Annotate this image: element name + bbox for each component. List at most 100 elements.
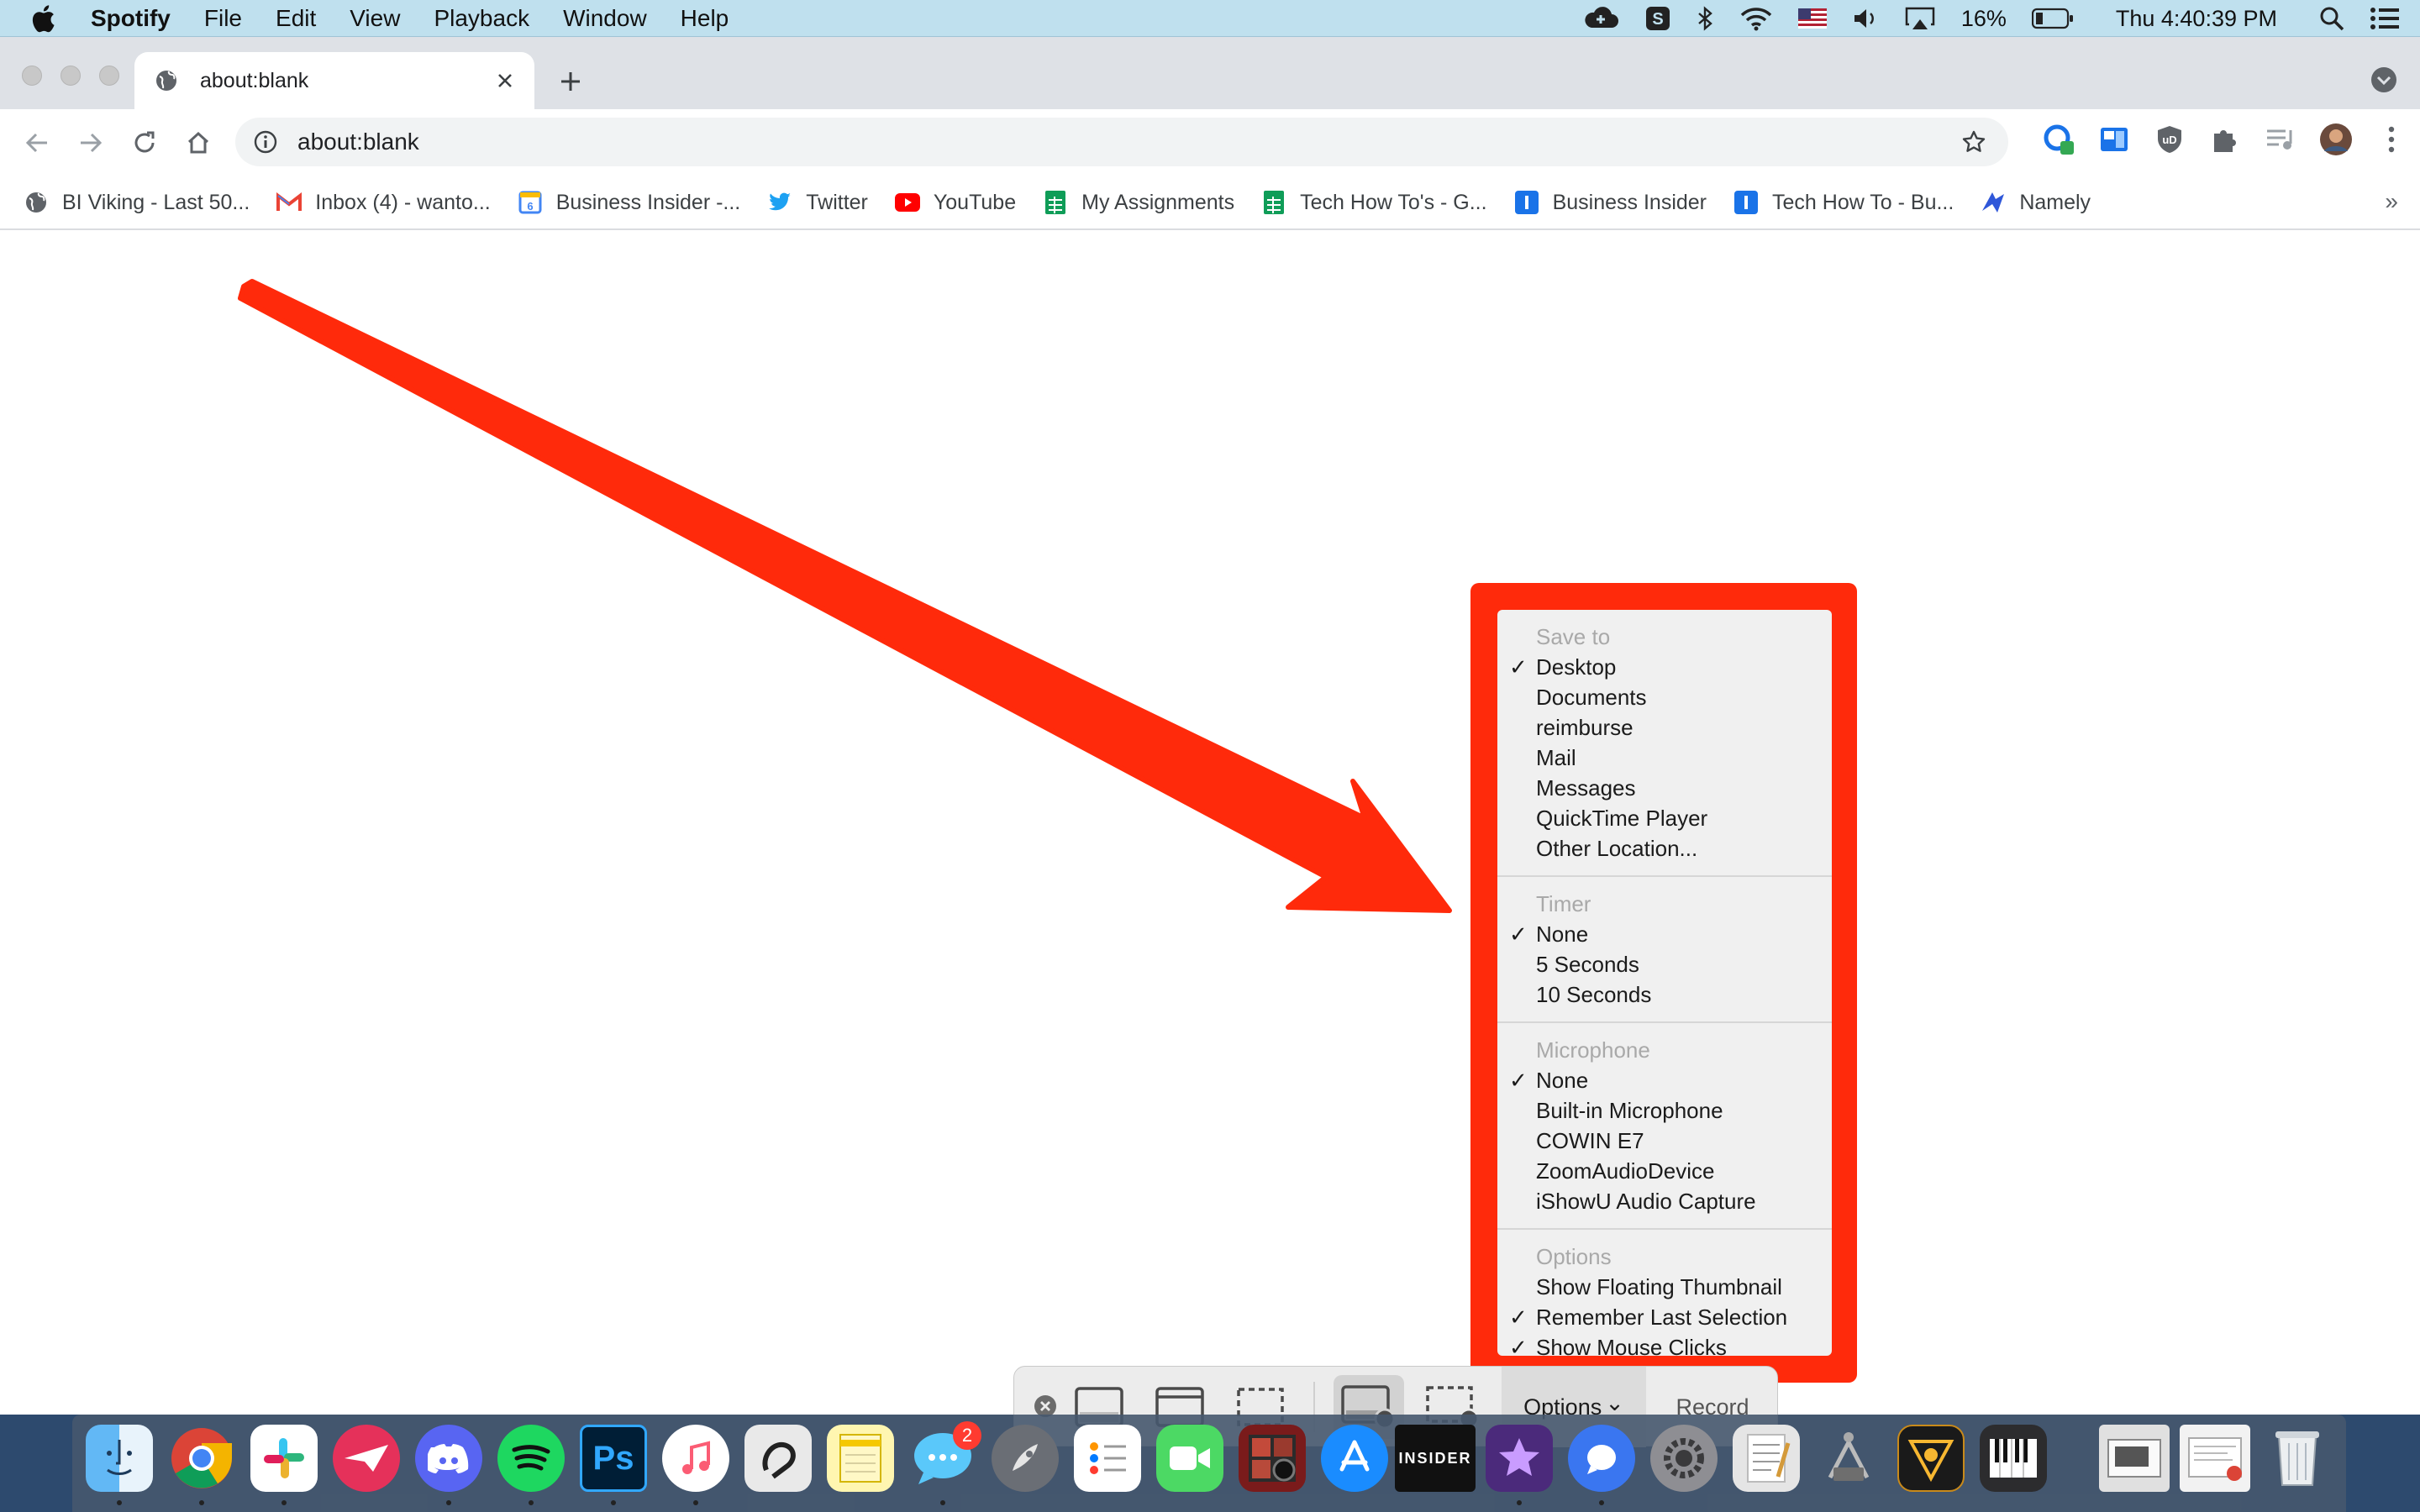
ublock-shield-icon[interactable]: uD [2153, 123, 2186, 156]
us-flag-icon[interactable] [1797, 8, 1827, 29]
menu-help[interactable]: Help [681, 5, 729, 32]
home-icon[interactable] [183, 128, 213, 158]
s-app-icon[interactable]: S [1645, 6, 1670, 31]
volume-icon[interactable] [1852, 7, 1879, 30]
recent-document-stack-icon[interactable] [2180, 1425, 2250, 1492]
photoshop-icon[interactable]: Ps [580, 1425, 647, 1492]
bookmark-star-icon[interactable] [1961, 128, 1990, 156]
photo-booth-icon[interactable] [1239, 1425, 1306, 1492]
option-desktop[interactable]: ✓ Desktop [1497, 652, 1832, 682]
menu-view[interactable]: View [350, 5, 400, 32]
airplay-icon[interactable] [1904, 6, 1936, 31]
option-10-seconds[interactable]: 10 Seconds [1497, 979, 1832, 1010]
minimize-window-button[interactable] [60, 66, 81, 86]
menu-bar-clock[interactable]: Thu 4:40:39 PM [2116, 6, 2277, 32]
signal-icon[interactable] [1568, 1425, 1635, 1492]
forward-arrow-icon[interactable] [76, 128, 106, 158]
tab-search-icon[interactable] [2370, 66, 2398, 94]
option-quicktime-player[interactable]: QuickTime Player [1497, 803, 1832, 833]
app-store-icon[interactable] [1321, 1425, 1388, 1492]
youtube-icon [894, 190, 920, 215]
downloads-stack-icon[interactable] [2099, 1425, 2170, 1492]
control-center-icon[interactable] [2370, 7, 2400, 30]
bookmark-business-insider-calendar[interactable]: 6 Business Insider -... [518, 190, 740, 215]
extensions-puzzle-icon[interactable] [2208, 123, 2242, 156]
wifi-icon[interactable] [1739, 6, 1773, 31]
bookmark-bi-viking[interactable]: BI Viking - Last 50... [24, 190, 250, 215]
reminders-icon[interactable] [1074, 1425, 1141, 1492]
option-documents[interactable]: Documents [1497, 682, 1832, 712]
clip-studio-icon[interactable] [744, 1425, 812, 1492]
finder-icon[interactable] [86, 1425, 153, 1492]
airmail-icon[interactable] [333, 1425, 400, 1492]
bookmark-my-assignments[interactable]: My Assignments [1043, 190, 1234, 215]
gold-triangle-app-icon[interactable] [1897, 1425, 1965, 1492]
media-queue-icon[interactable] [2264, 123, 2297, 156]
menu-window[interactable]: Window [563, 5, 647, 32]
option-remember-last-selection[interactable]: ✓ Remember Last Selection [1497, 1302, 1832, 1332]
option-mic-none[interactable]: ✓ None [1497, 1065, 1832, 1095]
bookmark-business-insider[interactable]: Business Insider [1514, 190, 1707, 215]
apple-icon[interactable] [30, 4, 64, 32]
slack-icon[interactable] [250, 1425, 318, 1492]
option-5-seconds[interactable]: 5 Seconds [1497, 949, 1832, 979]
spotify-icon[interactable] [497, 1425, 565, 1492]
chrome-dock-icon[interactable] [168, 1425, 235, 1492]
option-reimburse[interactable]: reimburse [1497, 712, 1832, 743]
option-cowin-e7[interactable]: COWIN E7 [1497, 1126, 1832, 1156]
spotlight-search-icon[interactable] [2319, 6, 2344, 31]
close-tab-icon[interactable] [492, 68, 518, 93]
chrome-menu-icon[interactable] [2375, 123, 2408, 156]
twitter-icon [767, 190, 792, 215]
bookmark-tech-how-tos-sheet[interactable]: Tech How To's - G... [1261, 190, 1487, 215]
back-arrow-icon[interactable] [22, 128, 52, 158]
address-bar-url[interactable]: about:blank [297, 129, 1961, 155]
profile-avatar[interactable] [2319, 123, 2353, 156]
new-tab-button[interactable] [555, 66, 587, 97]
close-window-button[interactable] [22, 66, 42, 86]
menu-file[interactable]: File [204, 5, 242, 32]
bookmark-inbox[interactable]: Inbox (4) - wanto... [276, 190, 491, 215]
discord-icon[interactable] [415, 1425, 482, 1492]
system-information-icon[interactable] [1815, 1425, 1882, 1492]
imovie-icon[interactable] [1486, 1425, 1553, 1492]
option-other-location[interactable]: Other Location... [1497, 833, 1832, 864]
running-indicator [281, 1500, 287, 1505]
launchpad-rocket-icon[interactable] [992, 1425, 1059, 1492]
site-info-icon[interactable] [254, 129, 281, 155]
itunes-icon[interactable] [662, 1425, 729, 1492]
option-show-floating-thumbnail[interactable]: Show Floating Thumbnail [1497, 1272, 1832, 1302]
battery-icon[interactable] [2031, 8, 2074, 29]
option-show-mouse-clicks[interactable]: ✓ Show Mouse Clicks [1497, 1332, 1832, 1362]
insider-app-icon[interactable]: INSIDER [1395, 1425, 1476, 1492]
option-ishowu-audio-capture[interactable]: iShowU Audio Capture [1497, 1186, 1832, 1216]
reload-icon[interactable] [129, 128, 160, 158]
grammar-extension-icon[interactable] [2042, 123, 2075, 156]
address-bar[interactable]: about:blank [235, 118, 2008, 166]
menu-edit[interactable]: Edit [276, 5, 316, 32]
option-built-in-microphone[interactable]: Built-in Microphone [1497, 1095, 1832, 1126]
gmail-icon [276, 190, 302, 215]
facetime-icon[interactable] [1156, 1425, 1223, 1492]
menu-app-name[interactable]: Spotify [91, 5, 171, 32]
zoom-window-button[interactable] [99, 66, 119, 86]
bookmarks-overflow-icon[interactable]: » [2385, 188, 2398, 215]
bluetooth-icon[interactable] [1696, 6, 1714, 31]
textedit-icon[interactable] [1733, 1425, 1800, 1492]
menu-playback[interactable]: Playback [434, 5, 529, 32]
tab-about-blank[interactable]: about:blank [134, 52, 534, 109]
option-zoom-audio-device[interactable]: ZoomAudioDevice [1497, 1156, 1832, 1186]
option-timer-none[interactable]: ✓ None [1497, 919, 1832, 949]
bookmark-tech-how-to-bi[interactable]: Tech How To - Bu... [1733, 190, 1954, 215]
tab-manager-extension-icon[interactable] [2097, 123, 2131, 156]
option-messages[interactable]: Messages [1497, 773, 1832, 803]
bookmark-namely[interactable]: Namely [1981, 190, 2091, 215]
option-mail[interactable]: Mail [1497, 743, 1832, 773]
notes-icon[interactable] [827, 1425, 894, 1492]
system-preferences-gear-icon[interactable] [1650, 1425, 1718, 1492]
piano-keyboard-icon[interactable] [1980, 1425, 2047, 1492]
trash-icon[interactable] [2264, 1425, 2331, 1492]
bookmark-twitter[interactable]: Twitter [767, 190, 868, 215]
bookmark-youtube[interactable]: YouTube [894, 190, 1016, 215]
cloud-icon[interactable] [1581, 6, 1620, 31]
